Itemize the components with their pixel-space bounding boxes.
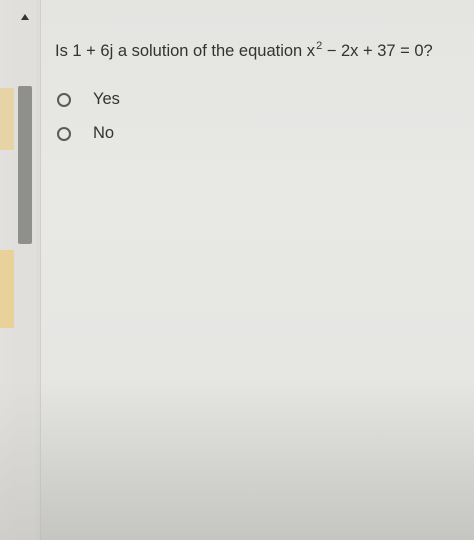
radio-button-yes[interactable] bbox=[57, 92, 71, 107]
radio-button-no[interactable] bbox=[57, 126, 71, 141]
answer-option-no[interactable]: No bbox=[57, 124, 114, 143]
question-panel: Is 1 + 6j a solution of the equation x2 … bbox=[41, 0, 474, 540]
scrollbar-thumb[interactable] bbox=[18, 86, 32, 244]
question-text: Is 1 + 6j a solution of the equation x2 … bbox=[55, 40, 433, 61]
scroll-up-icon[interactable] bbox=[16, 8, 34, 26]
scrollbar-track[interactable] bbox=[14, 0, 36, 540]
option-label-yes: Yes bbox=[93, 90, 120, 108]
quiz-screen: Is 1 + 6j a solution of the equation x2 … bbox=[0, 0, 474, 540]
option-label-no: No bbox=[93, 124, 115, 142]
rail-marker bbox=[0, 250, 14, 328]
rail-marker bbox=[0, 88, 14, 150]
answer-option-yes[interactable]: Yes bbox=[57, 90, 120, 109]
question-suffix: − 2x + 37 = 0? bbox=[322, 42, 433, 60]
left-rail bbox=[0, 0, 41, 540]
question-prefix: Is 1 + 6j a solution of the equation x bbox=[55, 42, 316, 60]
